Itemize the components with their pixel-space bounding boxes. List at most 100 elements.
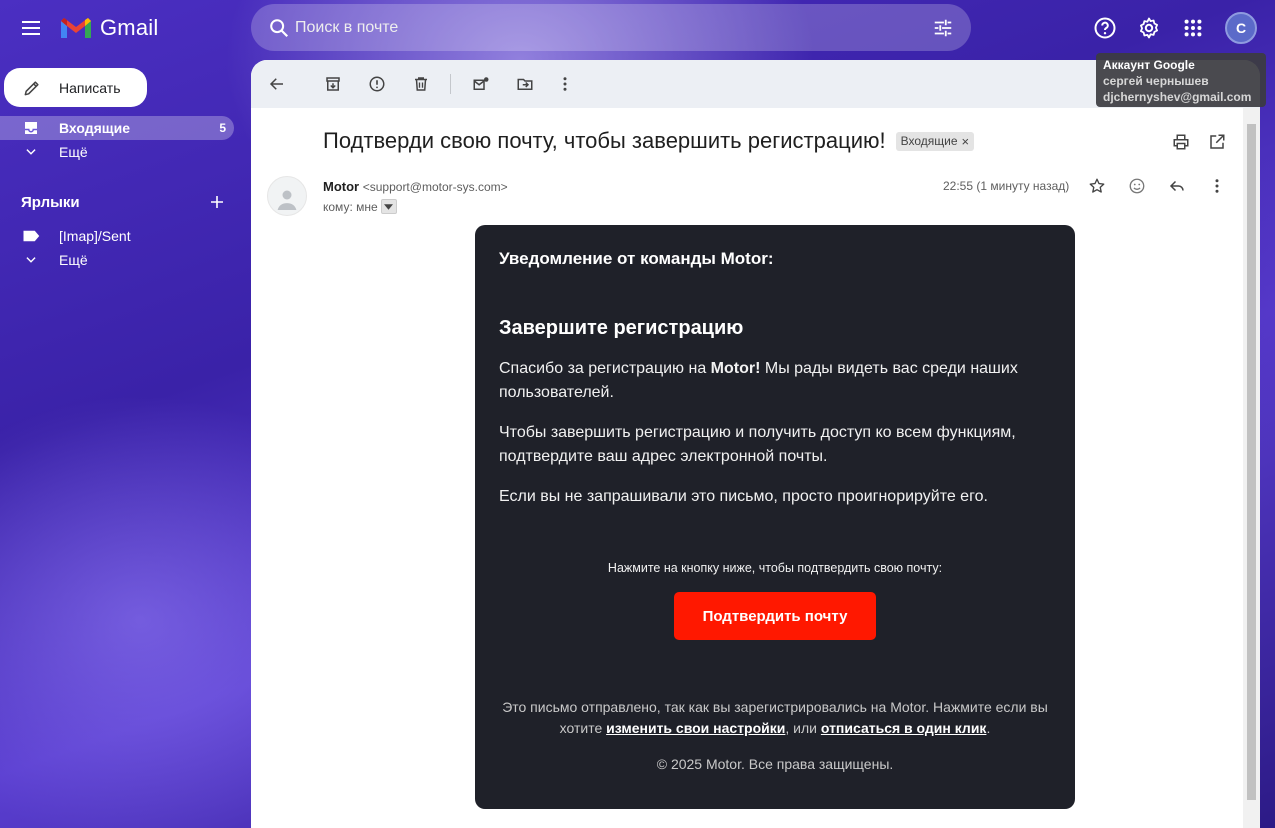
message-scrollbar[interactable] [1243,108,1260,828]
emoji-icon [1129,178,1145,194]
tooltip-account-name: сергей чернышев [1103,74,1209,88]
email-paragraph-2: Чтобы завершить регистрацию и получить д… [499,424,1016,465]
hamburger-icon [22,21,40,35]
email-body-card: Уведомление от команды Motor: Завершите … [475,225,1075,809]
google-apps-button[interactable] [1173,8,1213,48]
search-options-button[interactable] [923,8,963,48]
arrow-left-icon [269,78,283,90]
sidebar-item-more[interactable]: Ещё [0,140,234,164]
archive-icon [326,77,340,91]
back-button[interactable] [257,64,297,104]
tooltip-account-email: djchernyshev@gmail.com [1103,90,1252,104]
sidebar-item-label: Ещё [59,144,88,160]
show-details-button[interactable] [380,199,397,214]
open-in-new-window-button[interactable] [1197,122,1237,162]
message-time: 22:55 (1 минуту назад) [943,179,1070,193]
add-reaction-button[interactable] [1117,166,1157,206]
chip-label: Входящие [900,134,958,148]
chip-remove-icon[interactable]: × [962,134,970,149]
move-to-button[interactable] [505,64,545,104]
sender-avatar [267,176,307,216]
recipient-line: кому: мне [323,199,397,214]
search-icon [270,19,289,38]
p1-brand: Motor! [710,360,761,377]
email-button-hint: Нажмите на кнопку ниже, чтобы подтвердит… [607,561,943,575]
compose-label: Написать [59,79,121,96]
recipient-text: кому: мне [323,199,378,214]
change-settings-link[interactable]: изменить свои настройки [606,720,785,736]
email-paragraph-3: Если вы не запрашивали это письмо, прост… [499,488,988,505]
archive-button[interactable] [313,64,353,104]
reply-button[interactable] [1157,166,1197,206]
star-icon [1089,178,1105,193]
tooltip-title: Аккаунт Google [1103,58,1195,72]
sender-email: <support@motor-sys.com> [362,180,508,194]
message-view: Подтверди свою почту, чтобы завершить ре… [251,60,1260,828]
help-button[interactable] [1085,8,1125,48]
account-avatar[interactable]: С [1225,12,1257,44]
sidebar-item-imap-sent[interactable]: [Imap]/Sent [0,224,234,248]
star-button[interactable] [1077,166,1117,206]
mark-unread-button[interactable] [461,64,501,104]
footer-text-end: . [986,720,991,736]
mail-unread-icon [473,77,489,90]
toolbar-divider [450,74,451,94]
sidebar-item-label: Входящие [59,120,130,136]
search-bar [251,4,971,51]
email-notice-heading: Уведомление от команды Motor: [499,249,774,268]
caret-down-icon [384,203,394,210]
gear-icon [1140,17,1158,39]
more-vert-icon [1215,179,1219,193]
settings-button[interactable] [1129,8,1169,48]
report-icon [369,76,385,92]
email-copyright: © 2025 Motor. Все права защищены. [656,756,894,772]
sidebar-item-inbox[interactable]: Входящие 5 [0,116,234,140]
sidebar-item-more-labels[interactable]: Ещё [0,248,234,272]
main-menu-button[interactable] [11,8,51,48]
confirm-email-button[interactable]: Подтвердить почту [674,592,876,640]
compose-button[interactable]: Написать [4,68,147,107]
account-tooltip: Аккаунт Google сергей чернышев djchernys… [1096,53,1266,107]
delete-button[interactable] [401,64,441,104]
email-paragraph-1: Спасибо за регистрацию на Motor! Мы рады… [499,357,1049,405]
app-name: Gmail [100,15,159,40]
tune-icon [934,19,952,37]
gmail-m-icon [61,18,91,38]
pencil-icon [24,80,39,95]
trash-icon [415,77,427,91]
label-icon [21,226,41,246]
chevron-down-icon [21,250,41,270]
scrollbar-thumb[interactable] [1247,124,1256,800]
print-button[interactable] [1161,122,1201,162]
sidebar-item-label: [Imap]/Sent [59,228,131,244]
search-input[interactable] [295,4,915,51]
message-subject: Подтверди свою почту, чтобы завершить ре… [323,128,975,154]
add-label-button[interactable] [198,183,236,221]
sidebar-item-label: Ещё [59,252,88,268]
sender-name[interactable]: Motor [323,179,359,194]
message-more-button[interactable] [1197,166,1237,206]
folder-move-icon [517,78,533,90]
more-actions-button[interactable] [545,64,585,104]
gmail-logo[interactable]: Gmail [59,15,158,41]
label-chip-inbox[interactable]: Входящие × [895,131,975,151]
apps-grid-icon [1184,19,1202,37]
email-title: Завершите регистрацию [499,317,744,339]
person-icon [277,190,297,210]
inbox-unread-count: 5 [219,121,226,135]
email-footer: Это письмо отправлено, так как вы зареги… [495,697,1055,739]
unsubscribe-link[interactable]: отписаться в один клик [821,720,987,736]
open-in-new-icon [1210,134,1225,149]
sender-line: Motor <support@motor-sys.com> [323,179,508,194]
print-icon [1173,134,1189,150]
subject-text: Подтверди свою почту, чтобы завершить ре… [323,128,886,153]
plus-icon [211,196,223,208]
reply-icon [1169,180,1184,192]
footer-text-mid: , или [785,720,821,736]
help-icon [1094,17,1116,39]
chevron-down-icon [21,142,41,162]
more-vert-icon [563,77,567,91]
inbox-icon [21,118,41,138]
search-button[interactable] [259,8,299,48]
report-spam-button[interactable] [357,64,397,104]
